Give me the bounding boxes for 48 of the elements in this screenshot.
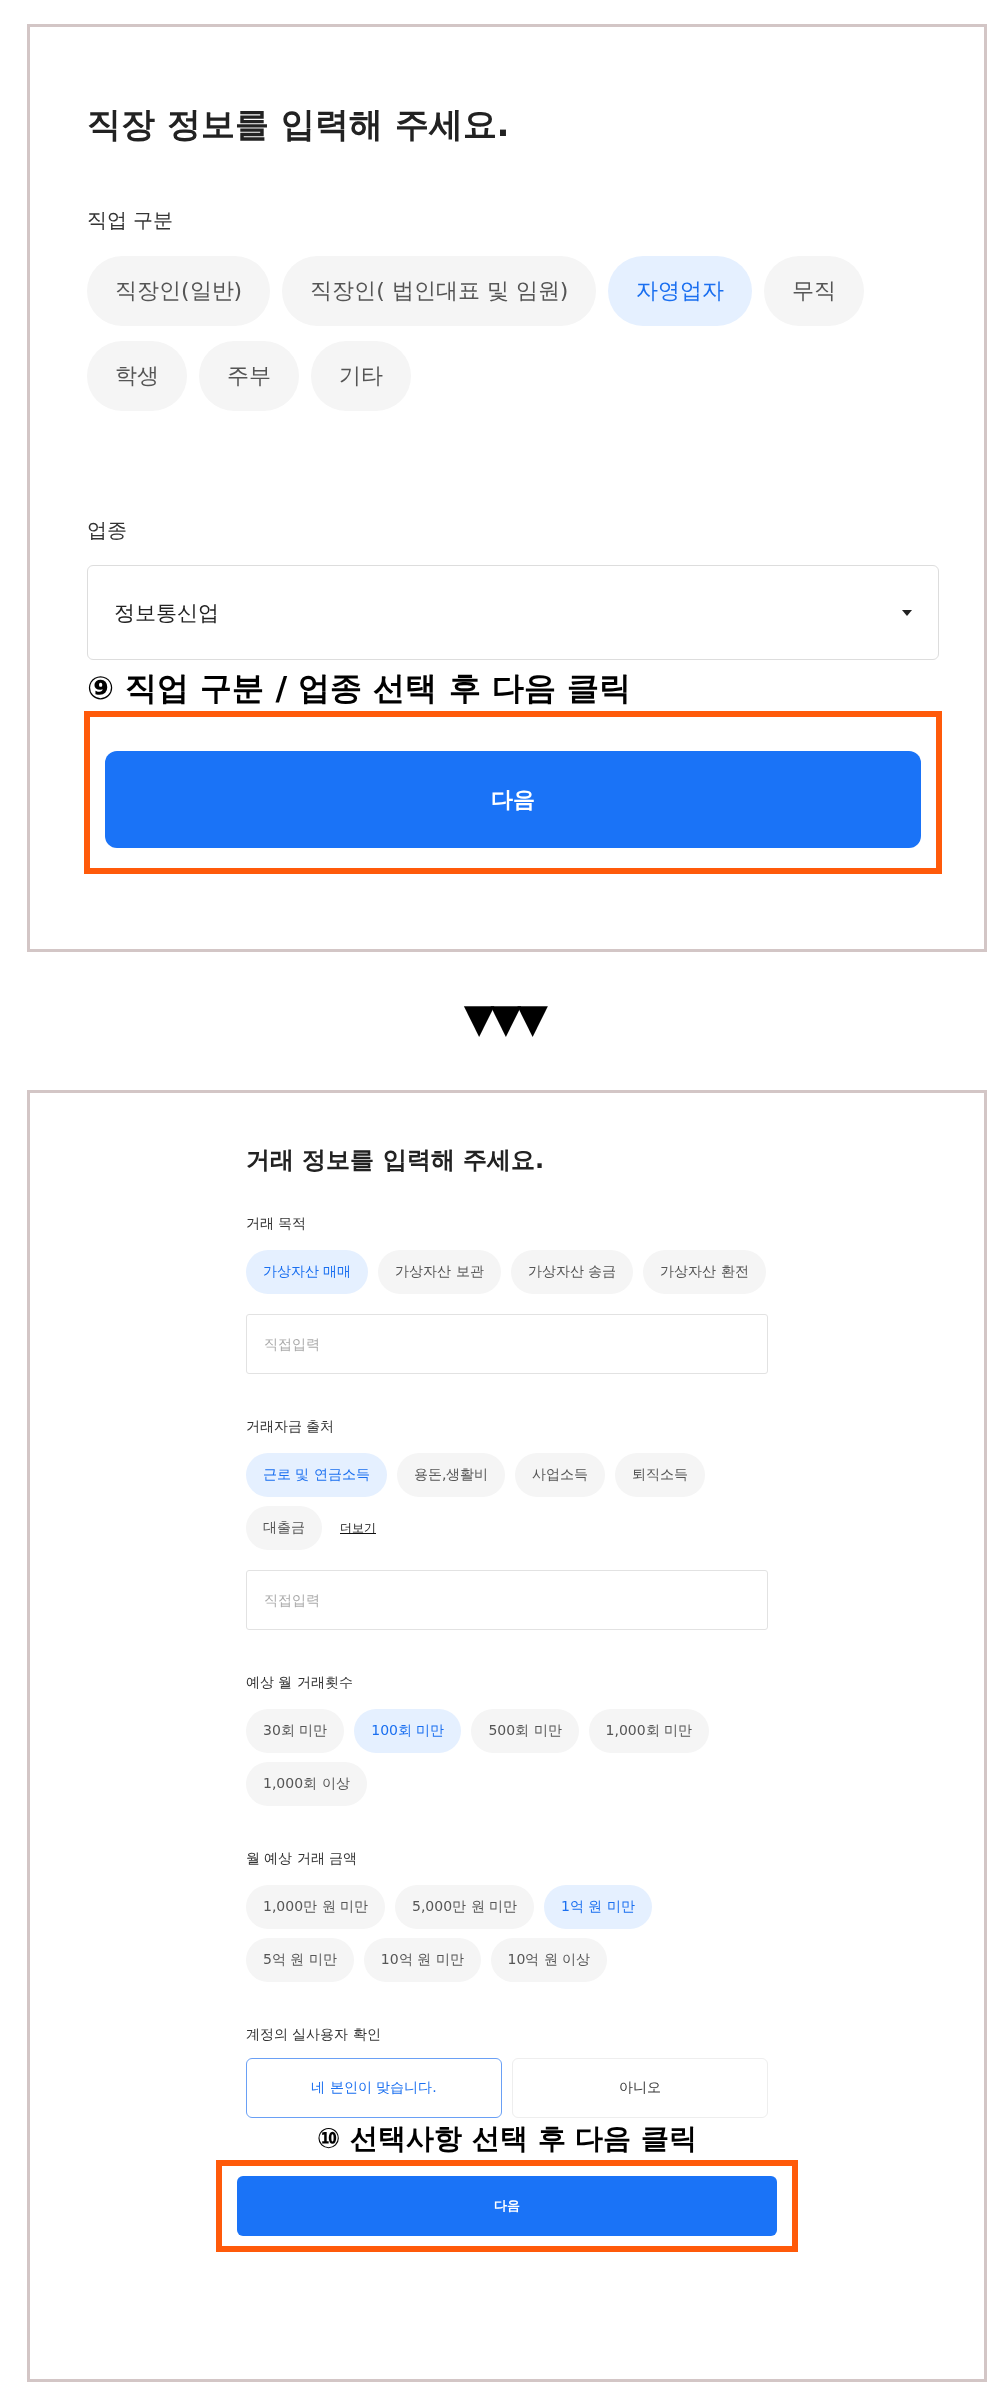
option-chip[interactable]: 30회 미만 — [246, 1709, 345, 1753]
field-label: 계정의 실사용자 확인 — [246, 2026, 382, 2044]
instruction-caption: ⑩ 선택사항 선택 후 다음 클릭 — [315, 2122, 699, 2156]
option-chip[interactable]: 직장인( 법인대표 및 임원) — [282, 256, 597, 326]
option-chip[interactable]: 가상자산 매매 — [246, 1250, 369, 1294]
next-button[interactable]: 다음 — [237, 2176, 777, 2236]
option-chip[interactable]: 1,000회 미만 — [588, 1709, 710, 1753]
dropdown[interactable]: 정보통신업 — [87, 565, 939, 660]
option-chip[interactable]: 사업소득 — [515, 1453, 606, 1497]
option-chip[interactable]: 주부 — [199, 341, 299, 411]
option-chip[interactable]: 무직 — [764, 256, 865, 326]
option-chip[interactable]: 가상자산 송금 — [510, 1250, 634, 1294]
form-title: 직장 정보를 입력해 주세요. — [87, 103, 511, 146]
field-label: 예상 월 거래횟수 — [246, 1674, 354, 1692]
field-label: 월 예상 거래 금액 — [246, 1850, 359, 1868]
option-chip[interactable]: 100회 미만 — [354, 1709, 462, 1753]
down-arrows: ▼▼▼ — [462, 998, 547, 1038]
option-chip[interactable]: 대출금 — [246, 1506, 322, 1550]
option-chip[interactable]: 가상자산 보관 — [378, 1250, 501, 1294]
option-chip[interactable]: 1,000회 이상 — [246, 1762, 367, 1806]
more-link[interactable]: 더보기 — [340, 1519, 376, 1537]
option-chip[interactable]: 1,000만 원 미만 — [246, 1885, 385, 1929]
instruction-caption: ⑨ 직업 구분 / 업종 선택 후 다음 클릭 — [87, 668, 632, 708]
option-chip[interactable]: 직장인(일반) — [87, 256, 271, 326]
input-field[interactable]: 직접입력 — [246, 1314, 768, 1374]
option-chip[interactable]: 1억 원 미만 — [543, 1885, 652, 1929]
form-title: 거래 정보를 입력해 주세요. — [246, 1145, 546, 1175]
caret-icon — [902, 609, 912, 616]
field-label: 직업 구분 — [87, 207, 175, 234]
input-field[interactable]: 직접입력 — [246, 1570, 768, 1630]
option-chip[interactable]: 학생 — [87, 341, 187, 411]
option-chip[interactable]: 5,000만 원 미만 — [395, 1885, 534, 1929]
option-chip[interactable]: 용돈,생활비 — [396, 1453, 506, 1497]
option-chip[interactable]: 10억 원 이상 — [490, 1938, 608, 1982]
option-chip[interactable]: 자영업자 — [608, 256, 753, 326]
choice-button[interactable]: 아니오 — [512, 2058, 768, 2118]
option-chip[interactable]: 퇴직소득 — [615, 1453, 706, 1497]
option-chip[interactable]: 가상자산 환전 — [643, 1250, 766, 1294]
option-chip[interactable]: 500회 미만 — [471, 1709, 579, 1753]
field-label: 업종 — [87, 517, 128, 544]
option-chip[interactable]: 기타 — [311, 341, 411, 411]
choice-button[interactable]: 네 본인이 맞습니다. — [246, 2058, 502, 2118]
next-button[interactable]: 다음 — [105, 751, 921, 848]
option-chip[interactable]: 10억 원 미만 — [363, 1938, 481, 1982]
option-chip[interactable]: 근로 및 연금소득 — [246, 1453, 387, 1497]
field-label: 거래자금 출처 — [246, 1418, 336, 1436]
option-chip[interactable]: 5억 원 미만 — [246, 1938, 354, 1982]
field-label: 거래 목적 — [246, 1215, 308, 1233]
